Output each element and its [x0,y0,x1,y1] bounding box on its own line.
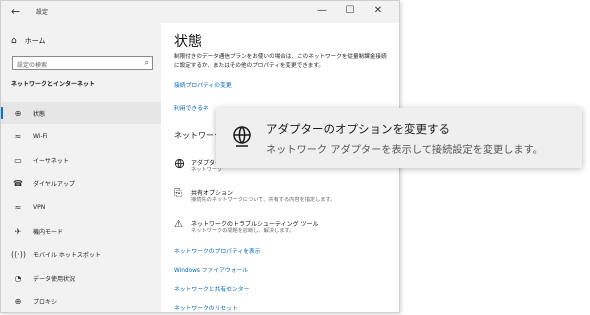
sidebar-item[interactable]: ≈ Wi-Fi [1,126,161,148]
sidebar-item[interactable]: ≈ VPN [1,196,161,218]
close-button[interactable]: ✕ [367,5,389,16]
troubleshooter-item-desc: ネットワークの問題を診断し、解決します。 [191,228,295,234]
sidebar-item-label: プロキシ [33,299,58,307]
status-description: 制限付きのデータ通信プランをお使いの場合は、このネットワークを従量制課金接続に設… [174,54,387,69]
sidebar-item-label: ダイヤルアップ [33,181,75,189]
adapter-options-tooltip: アダプターのオプションを変更する ネットワーク アダプターを表示して接続設定を変… [216,108,582,168]
available-networks-link[interactable]: 利用できるネ [174,103,209,112]
back-arrow-icon[interactable]: ← [11,5,20,18]
windows-firewall-link[interactable]: Windows ファイアウォール [174,265,248,274]
sidebar-item[interactable]: ▭ イーサネット [1,149,161,171]
sidebar-item[interactable]: ◔ データ使用状況 [1,267,161,289]
sidebar-item-label: データ使用状況 [33,275,76,283]
minimize-button[interactable]: — [311,5,333,16]
sidebar-item-label: VPN [33,203,46,211]
sidebar-item-label: 機内モード [33,228,64,236]
data-usage-icon: ◔ [14,273,22,283]
page-title: 状態 [174,34,202,50]
dialup-icon: ☎ [13,179,23,189]
sidebar-item-label: モバイル ホットスポット [33,252,101,260]
sidebar-item[interactable]: ✈ 機内モード [1,220,161,242]
tooltip-description: ネットワーク アダプターを表示して接続設定を変更します。 [266,145,543,156]
vpn-icon: ≈ [14,202,22,212]
sidebar: ⌂ ホーム 設定の検索 ⌕ ネットワークとインターネット ⊕ 状態 ≈ Wi-Fi ▭ イ… [1,23,161,312]
change-properties-link[interactable]: 接続プロパティの変更 [174,80,232,89]
window-title: 設定 [36,9,49,16]
sidebar-item[interactable]: ⊕ 状態 [1,102,161,124]
sidebar-item[interactable]: ⊕ プロキシ [1,291,161,312]
airplane-icon: ✈ [14,226,22,236]
home-icon: ⌂ [11,36,17,46]
main-content: 状態 制限付きのデータ通信プランをお使いの場合は、このネットワークを従量制課金接… [161,23,399,312]
adapter-icon [174,158,185,172]
search-placeholder: 設定の検索 [17,62,48,69]
warning-icon: ⚠ [174,219,183,230]
tooltip-title: アダプターのオプションを変更する [266,122,450,136]
view-network-properties-link[interactable]: ネットワークのプロパティを表示 [174,246,261,255]
sidebar-home[interactable]: ⌂ ホーム [11,36,46,46]
globe-icon [230,124,254,148]
search-icon[interactable]: ⌕ [145,58,149,68]
sharing-item-desc: 接続先のネットワークについて、共有する内容を指定します。 [191,197,336,203]
network-reset-link[interactable]: ネットワークのリセット [174,303,238,312]
sidebar-item-label: イーサネット [33,157,69,165]
search-input[interactable]: 設定の検索 ⌕ [12,56,153,70]
network-settings-heading: ネットワーク [174,131,222,140]
maximize-button[interactable]: ☐ [339,5,361,16]
sidebar-item-label: Wi-Fi [33,133,48,141]
network-sharing-center-link[interactable]: ネットワークと共有センター [174,284,249,293]
sidebar-item[interactable]: ((·)) モバイル ホットスポット [1,244,161,266]
sharing-icon: ⎘ [174,188,182,199]
home-label: ホーム [24,37,46,45]
hotspot-icon: ((·)) [11,250,27,260]
sidebar-item-label: 状態 [33,110,46,118]
sidebar-item[interactable]: ☎ ダイヤルアップ [1,173,161,195]
ethernet-icon: ▭ [14,155,22,165]
status-icon: ⊕ [14,108,22,118]
sidebar-section-title: ネットワークとインターネット [11,81,96,88]
wifi-icon: ≈ [14,132,22,142]
title-bar: ← 設定 — ☐ ✕ [1,1,399,23]
proxy-icon: ⊕ [14,297,22,307]
